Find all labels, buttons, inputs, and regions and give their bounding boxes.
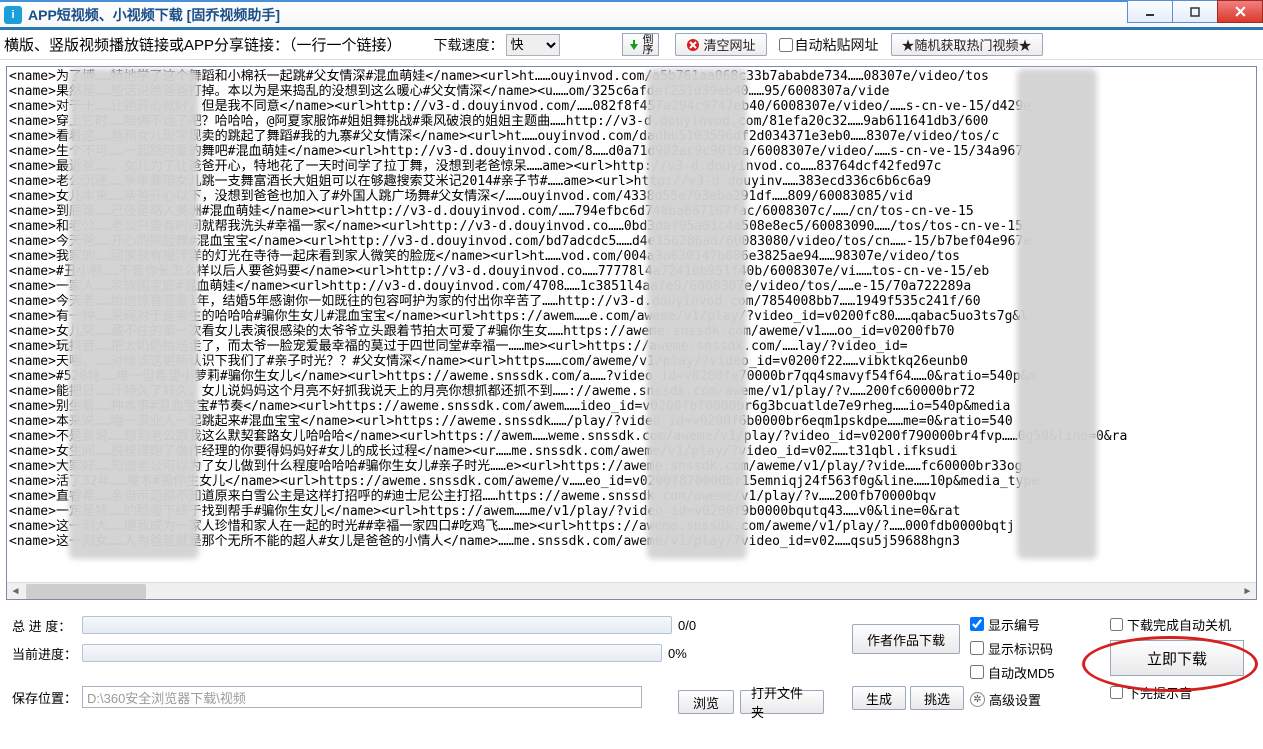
window-title: APP短视频、小视频下载 [固乔视频助手] (28, 5, 280, 25)
right-column: 下载完成自动关机 立即下载 下完提示音 (1110, 614, 1250, 702)
close-button[interactable] (1217, 0, 1263, 23)
minimize-button[interactable] (1127, 0, 1173, 23)
total-progress-text: 0/0 (672, 618, 712, 633)
download-now-button[interactable]: 立即下载 (1110, 640, 1244, 676)
maximize-button[interactable] (1172, 0, 1218, 23)
save-path-label: 保存位置： (12, 688, 82, 707)
show-bitrate-checkbox[interactable]: 显示标识码 (970, 638, 1054, 658)
speed-select[interactable]: 快 (506, 34, 560, 56)
save-path-input[interactable] (82, 686, 642, 708)
finish-sound-checkbox[interactable]: 下完提示音 (1110, 682, 1192, 702)
url-list-panel: <name>为了博……特地学了这个舞蹈和小棉袄一起跳#父女情深#混血萌娃</na… (6, 66, 1257, 600)
total-progress-label: 总 进 度： (12, 616, 82, 635)
total-progress-bar (82, 616, 672, 634)
scroll-left-icon[interactable]: ◄ (7, 583, 24, 600)
titlebar: i APP短视频、小视频下载 [固乔视频助手] (0, 0, 1263, 30)
sort-button[interactable]: 倒序 (622, 33, 659, 56)
window-controls (1128, 0, 1263, 26)
total-progress-row: 总 进 度： 0/0 (12, 614, 712, 636)
options-column: 显示编号 显示标识码 自动改MD5 ✲ 高级设置 (970, 614, 1054, 709)
show-index-checkbox[interactable]: 显示编号 (970, 614, 1054, 634)
open-folder-button[interactable]: 打开文件夹 (740, 690, 824, 714)
auto-shutdown-checkbox[interactable]: 下载完成自动关机 (1110, 614, 1231, 634)
instruction-text: 横版、竖版视频播放链接或APP分享链接：（一行一个链接） (4, 34, 402, 55)
autopaste-label: 自动粘贴网址 (795, 35, 879, 55)
generate-button[interactable]: 生成 (852, 686, 906, 710)
auto-md5-checkbox[interactable]: 自动改MD5 (970, 662, 1054, 682)
arrow-down-icon (627, 38, 641, 52)
filter-button[interactable]: 挑选 (910, 686, 964, 710)
scroll-right-icon[interactable]: ► (1239, 583, 1256, 600)
random-hot-button[interactable]: ★随机获取热门视频★ (891, 33, 1043, 56)
current-progress-bar (82, 644, 662, 662)
app-icon: i (4, 6, 22, 24)
speed-label: 下载速度： (434, 35, 504, 55)
autopaste-checkbox[interactable]: 自动粘贴网址 (779, 35, 879, 55)
clear-url-button[interactable]: 清空网址 (675, 33, 767, 56)
current-progress-label: 当前进度： (12, 644, 82, 663)
current-progress-row: 当前进度： 0% (12, 642, 712, 664)
scroll-thumb[interactable] (26, 584, 146, 599)
current-progress-text: 0% (662, 646, 702, 661)
browse-button[interactable]: 浏览 (678, 690, 734, 714)
gear-icon: ✲ (970, 692, 985, 707)
toolbar: 横版、竖版视频播放链接或APP分享链接：（一行一个链接） 下载速度： 快 倒序 … (0, 30, 1263, 60)
author-works-button[interactable]: 作者作品下载 (852, 624, 960, 654)
horizontal-scrollbar[interactable]: ◄ ► (7, 582, 1256, 599)
save-path-row: 保存位置： (12, 686, 712, 708)
advanced-settings-link[interactable]: ✲ 高级设置 (970, 690, 1054, 709)
clear-icon (686, 38, 700, 52)
